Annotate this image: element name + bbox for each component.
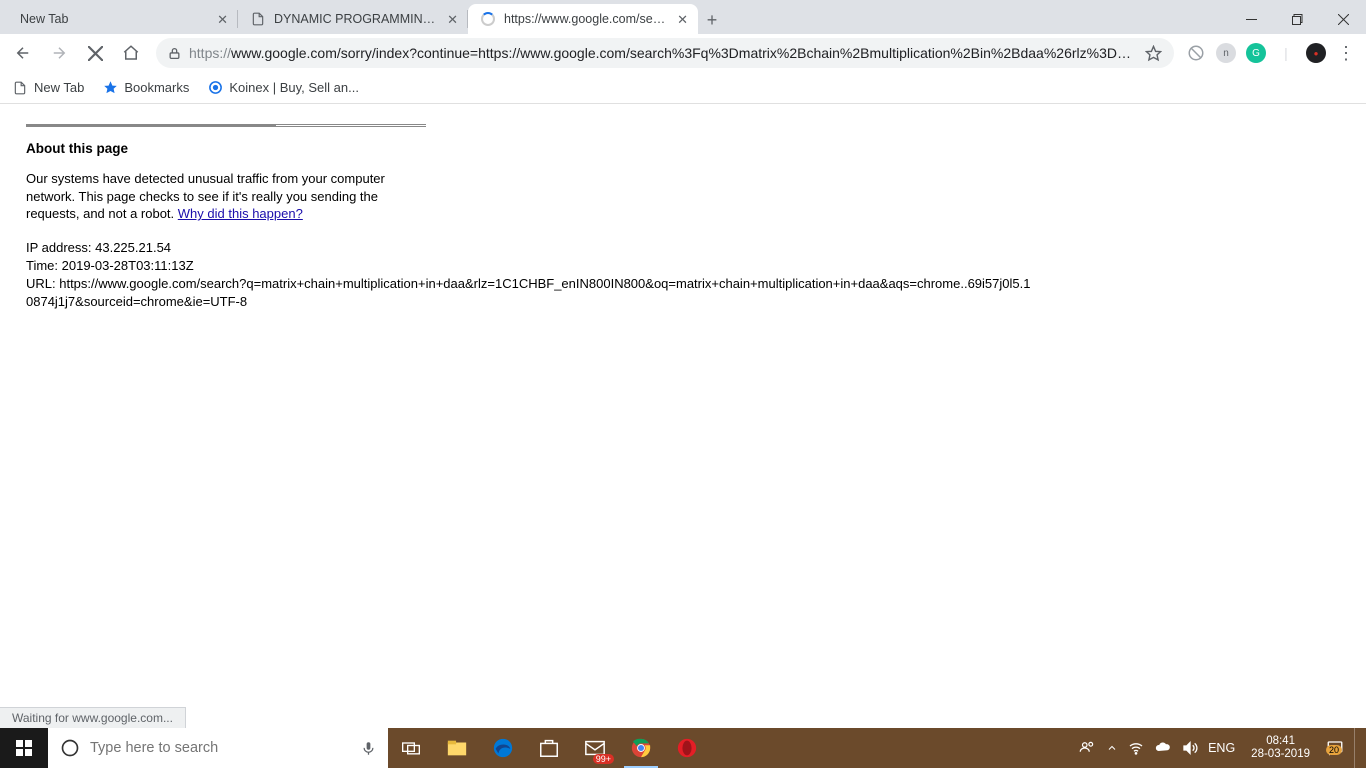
page-content: About this page Our systems have detecte… [0, 104, 1366, 331]
close-icon[interactable]: ✕ [677, 13, 688, 26]
bookmark-koinex[interactable]: Koinex | Buy, Sell an... [207, 80, 359, 96]
close-window-button[interactable] [1320, 4, 1366, 34]
url-text: https://www.google.com/sorry/index?conti… [189, 45, 1137, 61]
star-icon [102, 80, 118, 96]
lock-icon [168, 47, 181, 60]
maximize-button[interactable] [1274, 4, 1320, 34]
why-link[interactable]: Why did this happen? [178, 206, 303, 221]
browser-tab-strip: New Tab ✕ DYNAMIC PROGRAMMING UNIT ✕ htt… [0, 0, 1366, 34]
about-body: Our systems have detected unusual traffi… [26, 170, 396, 223]
windows-taskbar: 99+ ENG 08:41 28-03-2019 20 [0, 728, 1366, 768]
clock[interactable]: 08:41 28-03-2019 [1245, 735, 1316, 761]
divider [26, 126, 426, 127]
store-icon[interactable] [526, 728, 572, 768]
status-bar: Waiting for www.google.com... [0, 707, 186, 728]
tab-title: New Tab [20, 12, 211, 26]
bookmark-label: Bookmarks [124, 80, 189, 95]
language-indicator[interactable]: ENG [1208, 741, 1235, 755]
about-heading: About this page [26, 141, 1340, 156]
mail-icon[interactable]: 99+ [572, 728, 618, 768]
tray-chevron-up-icon[interactable] [1106, 742, 1118, 754]
address-bar[interactable]: https://www.google.com/sorry/index?conti… [156, 38, 1174, 68]
bookmark-new-tab[interactable]: New Tab [12, 80, 84, 96]
file-icon [12, 80, 28, 96]
window-controls [1228, 4, 1366, 34]
bookmark-label: Koinex | Buy, Sell an... [229, 80, 359, 95]
file-icon [250, 11, 266, 27]
cortana-icon [60, 738, 80, 758]
mail-badge: 99+ [593, 754, 614, 764]
start-button[interactable] [0, 728, 48, 768]
bookmark-bookmarks[interactable]: Bookmarks [102, 80, 189, 96]
time-line: Time: 2019-03-28T03:11:13Z [26, 257, 1036, 275]
extension-grammarly-icon[interactable]: G [1242, 39, 1270, 67]
loading-spinner-icon [480, 11, 496, 27]
search-input[interactable] [90, 740, 351, 756]
forward-button[interactable] [42, 36, 76, 70]
chrome-icon[interactable] [618, 728, 664, 768]
extension-icon[interactable]: n [1212, 39, 1240, 67]
close-icon[interactable]: ✕ [217, 13, 228, 26]
wifi-icon[interactable] [1128, 740, 1144, 756]
url-line: URL: https://www.google.com/search?q=mat… [26, 275, 1036, 311]
diagnostic-info: IP address: 43.225.21.54 Time: 2019-03-2… [26, 239, 1036, 312]
tab-title: https://www.google.com/search? [504, 12, 671, 26]
notification-count-badge: 20 [1326, 745, 1342, 755]
tab-google-search[interactable]: https://www.google.com/search? ✕ [468, 4, 698, 34]
chrome-menu-button[interactable]: ⋮ [1332, 39, 1360, 67]
extension-separator-icon: | [1272, 39, 1300, 67]
profile-avatar-icon[interactable]: ● [1302, 39, 1330, 67]
mic-icon[interactable] [361, 741, 376, 756]
new-tab-button[interactable]: + [698, 6, 726, 34]
system-tray: ENG 08:41 28-03-2019 20 [1078, 728, 1366, 768]
task-view-button[interactable] [388, 728, 434, 768]
people-icon[interactable] [1078, 739, 1096, 757]
opera-icon[interactable] [664, 728, 710, 768]
volume-icon[interactable] [1182, 740, 1198, 756]
bookmark-star-icon[interactable] [1145, 45, 1162, 62]
browser-toolbar: https://www.google.com/sorry/index?conti… [0, 34, 1366, 72]
home-button[interactable] [114, 36, 148, 70]
bookmark-label: New Tab [34, 80, 84, 95]
tab-title: DYNAMIC PROGRAMMING UNIT [274, 12, 441, 26]
ip-line: IP address: 43.225.21.54 [26, 239, 1036, 257]
back-button[interactable] [6, 36, 40, 70]
bookmarks-bar: New Tab Bookmarks Koinex | Buy, Sell an.… [0, 72, 1366, 104]
stop-reload-button[interactable] [78, 36, 112, 70]
edge-icon[interactable] [480, 728, 526, 768]
clock-date: 28-03-2019 [1251, 748, 1310, 761]
action-center-icon[interactable]: 20 [1326, 739, 1344, 757]
file-explorer-icon[interactable] [434, 728, 480, 768]
tab-dynamic-programming[interactable]: DYNAMIC PROGRAMMING UNIT ✕ [238, 4, 468, 34]
taskbar-search[interactable] [48, 728, 388, 768]
onedrive-icon[interactable] [1154, 739, 1172, 757]
extension-noscript-icon[interactable] [1182, 39, 1210, 67]
close-icon[interactable]: ✕ [447, 13, 458, 26]
koinex-icon [207, 80, 223, 96]
minimize-button[interactable] [1228, 4, 1274, 34]
tab-new-tab[interactable]: New Tab ✕ [8, 4, 238, 34]
show-desktop-button[interactable] [1354, 728, 1360, 768]
clock-time: 08:41 [1251, 735, 1310, 748]
